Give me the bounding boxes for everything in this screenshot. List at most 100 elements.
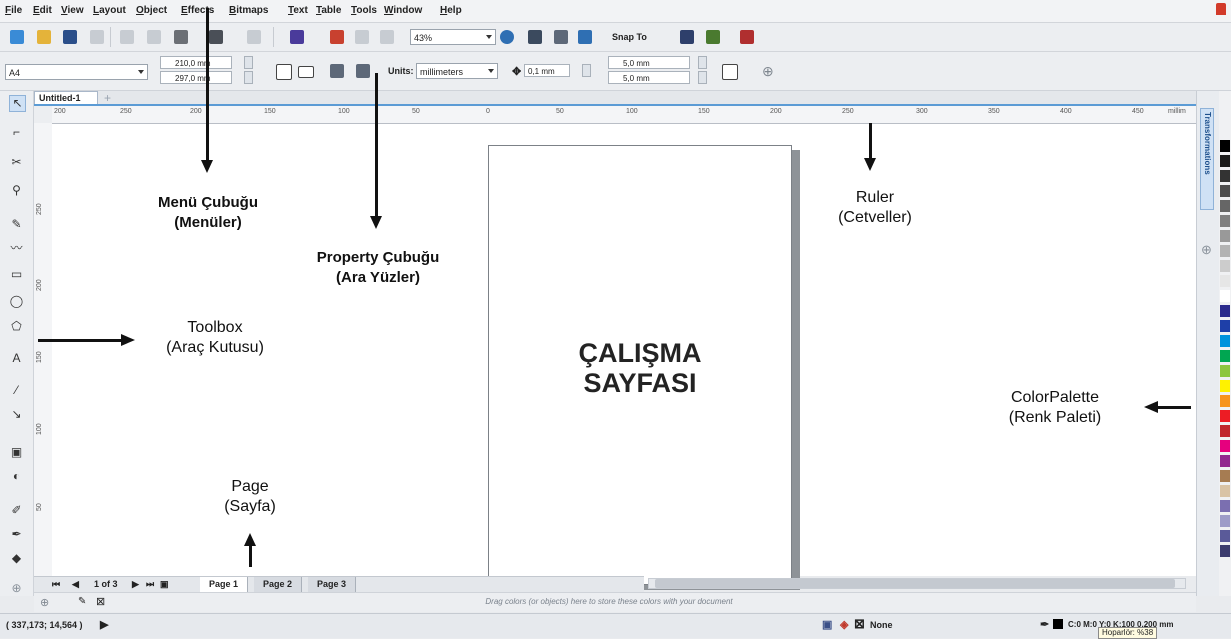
- landscape-icon[interactable]: [298, 66, 314, 78]
- ellipse-tool-icon[interactable]: ◯: [9, 294, 24, 309]
- palette-swatch[interactable]: [1220, 140, 1230, 152]
- copy-icon[interactable]: [147, 30, 161, 44]
- palette-swatch[interactable]: [1220, 320, 1230, 332]
- search-content-icon[interactable]: [290, 30, 304, 44]
- play-icon[interactable]: ▶: [100, 618, 108, 631]
- palette-swatch[interactable]: [1220, 260, 1230, 272]
- duplicate-y-field[interactable]: 5,0 mm: [608, 71, 690, 84]
- document-tab[interactable]: Untitled-1: [34, 91, 98, 105]
- palette-swatch[interactable]: [1220, 545, 1230, 557]
- palette-swatch[interactable]: [1220, 350, 1230, 362]
- horizontal-scroll-thumb[interactable]: [655, 579, 1175, 588]
- treat-as-filled-icon[interactable]: [722, 64, 738, 80]
- add-docker-icon[interactable]: ⊕: [1201, 242, 1212, 258]
- cut-icon[interactable]: [120, 30, 134, 44]
- nudge-distance-field[interactable]: 0,1 mm: [524, 64, 570, 77]
- all-pages-icon[interactable]: [330, 64, 344, 78]
- palette-swatch[interactable]: [1220, 530, 1230, 542]
- menu-layout[interactable]: Layout: [93, 5, 126, 16]
- new-document-icon[interactable]: [10, 30, 24, 44]
- rulers-icon[interactable]: [528, 30, 542, 44]
- redo-icon[interactable]: [247, 30, 261, 44]
- palette-swatch[interactable]: [1220, 455, 1230, 467]
- menu-effects[interactable]: Effects: [181, 5, 214, 16]
- palette-swatch[interactable]: [1220, 380, 1230, 392]
- palette-swatch[interactable]: [1220, 485, 1230, 497]
- palette-swatch[interactable]: [1220, 365, 1230, 377]
- transparency-tool-icon[interactable]: ◐: [9, 469, 24, 484]
- horizontal-ruler[interactable]: 200 250 200 150 100 50 0 50 100 150 200 …: [52, 106, 1196, 124]
- crop-tool-icon[interactable]: ✂: [9, 155, 24, 170]
- palette-swatch[interactable]: [1220, 500, 1230, 512]
- polygon-tool-icon[interactable]: ⬠: [9, 319, 24, 334]
- palette-swatch[interactable]: [1220, 275, 1230, 287]
- menu-file[interactable]: File: [5, 5, 22, 16]
- page-height-field[interactable]: 297,0 mm: [160, 71, 232, 84]
- palette-swatch[interactable]: [1220, 155, 1230, 167]
- snap-to-button[interactable]: Snap To: [612, 32, 647, 42]
- ruler-origin[interactable]: [34, 106, 52, 123]
- full-screen-icon[interactable]: [500, 30, 514, 44]
- add-page-icon[interactable]: ▣: [160, 579, 169, 590]
- duplicate-x-spinner[interactable]: [698, 56, 707, 69]
- export-icon[interactable]: [355, 30, 369, 44]
- publish-pdf-icon[interactable]: [380, 30, 394, 44]
- menu-edit[interactable]: Edit: [33, 5, 52, 16]
- palette-swatch[interactable]: [1220, 230, 1230, 242]
- palette-swatch[interactable]: [1220, 305, 1230, 317]
- palette-swatch[interactable]: [1220, 425, 1230, 437]
- menu-view[interactable]: View: [61, 5, 84, 16]
- connector-tool-icon[interactable]: ↘: [9, 407, 24, 422]
- menu-object[interactable]: Object: [136, 5, 167, 16]
- first-page-icon[interactable]: ⏮: [52, 579, 60, 590]
- page-tab-1[interactable]: Page 1: [200, 577, 249, 592]
- palette-swatch[interactable]: [1220, 200, 1230, 212]
- last-page-icon[interactable]: ⏭: [146, 579, 154, 590]
- paper-size-select[interactable]: A4: [5, 64, 148, 80]
- eyedropper-tool-icon[interactable]: ✐: [9, 503, 24, 518]
- palette-swatch[interactable]: [1220, 440, 1230, 452]
- add-toolbar-icon[interactable]: ⊕: [762, 63, 774, 80]
- zoom-tool-icon[interactable]: ⚲: [9, 183, 24, 198]
- rectangle-tool-icon[interactable]: ▭: [9, 267, 24, 282]
- freehand-tool-icon[interactable]: ✎: [9, 217, 24, 232]
- parallel-dimension-icon[interactable]: ⁄: [9, 383, 24, 398]
- outline-pen-icon[interactable]: ✒: [9, 527, 24, 542]
- new-tab-icon[interactable]: +: [104, 92, 114, 104]
- palette-swatch[interactable]: [1220, 410, 1230, 422]
- undo-icon[interactable]: [209, 30, 223, 44]
- units-select[interactable]: millimeters: [416, 63, 498, 79]
- pick-tool-icon[interactable]: ↖: [9, 95, 26, 112]
- artistic-media-icon[interactable]: 〰: [9, 241, 24, 256]
- menu-table[interactable]: Table: [316, 5, 341, 16]
- current-page-icon[interactable]: [356, 64, 370, 78]
- save-icon[interactable]: [63, 30, 77, 44]
- add-tool-icon[interactable]: ⊕: [9, 581, 24, 596]
- portrait-icon[interactable]: [276, 64, 292, 80]
- open-icon[interactable]: [37, 30, 51, 44]
- document-palette[interactable]: ⊕ ✎ ⊠ Drag colors (or objects) here to s…: [34, 592, 1196, 612]
- duplicate-y-spinner[interactable]: [698, 71, 707, 84]
- nudge-spinner[interactable]: [582, 64, 591, 77]
- application-launcher-icon[interactable]: [706, 30, 720, 44]
- fill-tool-icon[interactable]: ◆: [9, 551, 24, 566]
- grid-icon[interactable]: [554, 30, 568, 44]
- height-spinner[interactable]: [244, 71, 253, 84]
- palette-swatch[interactable]: [1220, 515, 1230, 527]
- menu-bitmaps[interactable]: Bitmaps: [229, 5, 268, 16]
- prev-page-icon[interactable]: ◀: [72, 579, 79, 590]
- next-page-icon[interactable]: ▶: [132, 579, 139, 590]
- paste-icon[interactable]: [174, 30, 188, 44]
- menu-help[interactable]: Help: [440, 5, 462, 16]
- palette-swatch[interactable]: [1220, 335, 1230, 347]
- vertical-ruler[interactable]: 250 200 150 100 50 0: [34, 123, 53, 585]
- print-icon[interactable]: [90, 30, 104, 44]
- width-spinner[interactable]: [244, 56, 253, 69]
- palette-swatch[interactable]: [1220, 170, 1230, 182]
- welcome-screen-icon[interactable]: [740, 30, 754, 44]
- zoom-level-select[interactable]: 43%: [410, 29, 496, 45]
- duplicate-x-field[interactable]: 5,0 mm: [608, 56, 690, 69]
- drop-shadow-icon[interactable]: ▣: [9, 445, 24, 460]
- menu-tools[interactable]: Tools: [351, 5, 377, 16]
- palette-swatch[interactable]: [1220, 470, 1230, 482]
